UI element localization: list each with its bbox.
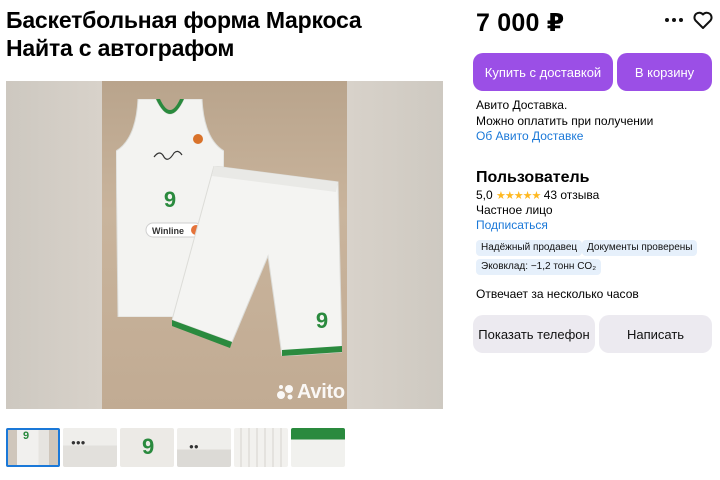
shorts-image: 9	[172, 166, 342, 356]
show-phone-button[interactable]: Показать телефон	[473, 315, 595, 353]
badge-documents-verified[interactable]: Документы проверены	[582, 240, 698, 256]
listing-page: Баскетбольная форма Маркоса Найта с авто…	[0, 0, 720, 480]
thumbnail-4[interactable]: ●●	[177, 428, 231, 467]
thumbnail-5[interactable]	[234, 428, 288, 467]
photo-blur-left	[6, 81, 102, 409]
badge-reliable-seller[interactable]: Надёжный продавец	[476, 240, 583, 256]
price: 7 000 ₽	[476, 9, 565, 37]
thumbnail-strip: 9 ●●● 9 ●●	[6, 428, 345, 467]
buy-with-delivery-button[interactable]: Купить с доставкой	[473, 53, 613, 91]
delivery-line-1: Авито Доставка.	[476, 98, 568, 112]
seller-type: Частное лицо	[476, 203, 553, 217]
rating-value: 5,0	[476, 188, 493, 202]
delivery-line-2: Можно оплатить при получении	[476, 114, 654, 128]
write-message-button[interactable]: Написать	[599, 315, 712, 353]
response-time: Отвечает за несколько часов	[476, 287, 639, 301]
thumbnail-2[interactable]: ●●●	[63, 428, 117, 467]
avito-watermark: Avito	[276, 381, 345, 404]
thumbnail-3[interactable]: 9	[120, 428, 174, 467]
photo-blur-right	[347, 81, 443, 409]
photo-image: 9 Winline 9	[102, 81, 347, 409]
rating-stars-icon: ★★★★★	[496, 190, 541, 202]
reviews-link[interactable]: 43 отзыва	[544, 188, 600, 202]
about-delivery-link[interactable]: Об Авито Доставке	[476, 128, 583, 144]
add-to-cart-button[interactable]: В корзину	[617, 53, 712, 91]
watermark-text: Avito	[297, 381, 345, 403]
thumbnail-6[interactable]	[291, 428, 345, 467]
more-dots-icon[interactable]	[663, 9, 685, 31]
seller-name[interactable]: Пользователь	[476, 169, 589, 187]
badge-eco-contribution[interactable]: Эковклад: −1,2 тонн CO₂	[476, 259, 602, 275]
avito-logo-icon	[277, 385, 293, 400]
main-photo[interactable]: 9 Winline 9 Avito	[6, 81, 443, 409]
thumbnail-1[interactable]: 9	[6, 428, 60, 467]
subscribe-link[interactable]: Подписаться	[476, 217, 548, 233]
shorts-number: 9	[316, 308, 328, 333]
heart-icon[interactable]	[692, 9, 714, 31]
title-line-1: Баскетбольная форма Маркоса	[6, 7, 362, 33]
title-line-2: Найта с автографом	[6, 35, 235, 61]
listing-title: Баскетбольная форма Маркоса Найта с авто…	[6, 6, 446, 62]
